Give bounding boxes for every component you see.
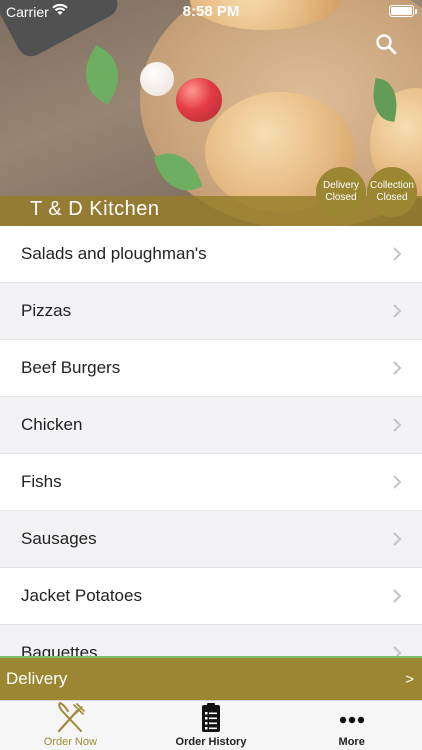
menu-category-baguettes[interactable]: Baguettes: [0, 625, 422, 656]
chevron-right-icon: [393, 304, 402, 318]
menu-category-beef-burgers[interactable]: Beef Burgers: [0, 340, 422, 397]
collection-status-title: Collection: [370, 180, 414, 191]
receipt-icon: [202, 703, 220, 732]
tab-bar: Order Now Order History More: [0, 700, 422, 750]
delivery-status-badge: Delivery Closed: [316, 167, 366, 217]
chevron-right-icon: [393, 646, 402, 656]
delivery-status-title: Delivery: [322, 180, 360, 191]
menu-category-label: Beef Burgers: [21, 358, 121, 377]
delivery-status-value: Closed: [325, 192, 357, 203]
menu-category-salads[interactable]: Salads and ploughman's: [0, 226, 422, 283]
menu-category-list: Salads and ploughman's Pizzas Beef Burge…: [0, 226, 422, 656]
collection-status-value: Closed: [376, 192, 408, 203]
menu-category-label: Pizzas: [21, 301, 72, 320]
menu-category-sausages[interactable]: Sausages: [0, 511, 422, 568]
chevron-right-icon: [393, 361, 402, 375]
restaurant-name: T & D Kitchen: [30, 198, 160, 220]
ellipsis-icon: [339, 716, 364, 724]
tab-order-now[interactable]: Order Now: [0, 701, 141, 750]
chevron-right-icon: [393, 247, 402, 261]
order-type-arrow: >: [405, 670, 414, 688]
chevron-right-icon: [393, 589, 402, 603]
tab-more[interactable]: More: [281, 701, 422, 750]
menu-category-fishs[interactable]: Fishs: [0, 454, 422, 511]
search-icon[interactable]: [374, 32, 398, 56]
battery-icon: [389, 5, 417, 17]
menu-category-chicken[interactable]: Chicken: [0, 397, 422, 454]
tab-label: Order History: [175, 736, 247, 748]
chevron-right-icon: [393, 532, 402, 546]
tab-order-history[interactable]: Order History: [141, 701, 282, 750]
menu-category-label: Chicken: [21, 415, 83, 434]
status-bar: Carrier 8:58 PM: [0, 0, 422, 22]
menu-category-label: Baguettes: [21, 643, 98, 656]
order-type-bar[interactable]: Delivery >: [0, 656, 422, 700]
tab-label: More: [338, 736, 365, 748]
fork-knife-icon: [58, 701, 86, 733]
menu-category-label: Fishs: [21, 472, 62, 491]
menu-category-label: Sausages: [21, 529, 97, 548]
menu-category-label: Jacket Potatoes: [21, 586, 142, 605]
chevron-right-icon: [393, 475, 402, 489]
menu-category-jacket-potatoes[interactable]: Jacket Potatoes: [0, 568, 422, 625]
collection-status-badge: Collection Closed: [367, 167, 417, 217]
menu-category-label: Salads and ploughman's: [21, 244, 207, 263]
menu-category-pizzas[interactable]: Pizzas: [0, 283, 422, 340]
clock: 8:58 PM: [182, 3, 240, 20]
order-type-label: Delivery: [6, 669, 68, 688]
chevron-right-icon: [393, 418, 402, 432]
tab-label: Order Now: [43, 736, 97, 748]
